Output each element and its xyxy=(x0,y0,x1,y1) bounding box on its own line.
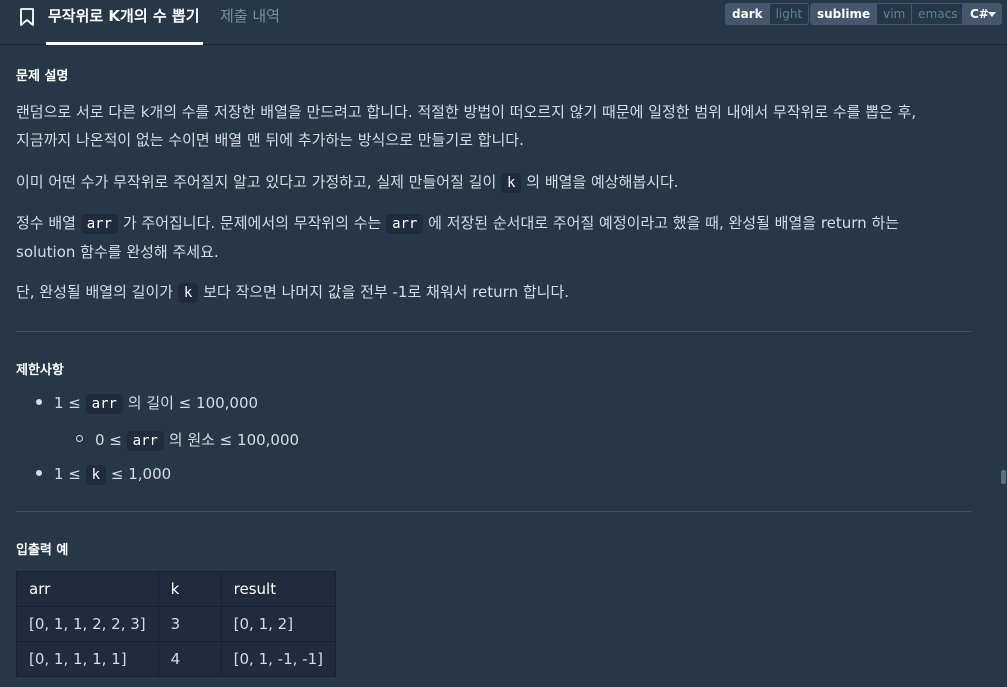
paragraph-3-line-2: solution 함수를 완성해 주세요. xyxy=(16,243,219,261)
table-row: [0, 1, 1, 2, 2, 3] 3 [0, 1, 2] xyxy=(16,606,336,642)
cell-arr: [0, 1, 1, 2, 2, 3] xyxy=(16,606,159,642)
text: 0 ≤ xyxy=(95,431,122,449)
column-header-result: result xyxy=(220,571,336,607)
constraint-1: 1 ≤ arr 의 길이 ≤ 100,000 xyxy=(36,390,258,417)
language-select[interactable]: C# xyxy=(962,3,1002,25)
examples-table: arr k result [0, 1, 1, 2, 2, 3] 3 [0, 1,… xyxy=(16,571,336,677)
keymap-sublime-button[interactable]: sublime xyxy=(811,4,877,24)
bullet-dot xyxy=(36,469,42,476)
text: ≤ 1,000 xyxy=(110,465,172,483)
inline-code: k xyxy=(177,283,199,303)
cell-k: 3 xyxy=(157,606,222,642)
bookmark-icon[interactable] xyxy=(17,7,37,27)
paragraph-3-line-1: 정수 배열 arr 가 주어집니다. 문제에서의 무작위의 수는 arr 에 저… xyxy=(16,209,899,238)
text: 1 ≤ xyxy=(54,465,81,483)
cell-k: 4 xyxy=(157,641,222,677)
inline-code: arr xyxy=(85,394,123,414)
text: 에 저장된 순서대로 주어질 예정이라고 했을 때, 완성될 배열을 retur… xyxy=(428,214,900,232)
text: 1 ≤ xyxy=(54,394,81,412)
active-tab-indicator xyxy=(46,42,203,45)
text: 보다 작으면 나머지 값을 전부 -1로 채워서 return 합니다. xyxy=(203,283,570,301)
table-row: [0, 1, 1, 1, 1] 4 [0, 1, -1, -1] xyxy=(16,641,336,677)
bullet-dot xyxy=(36,398,42,405)
section-title-description: 문제 설명 xyxy=(16,69,69,84)
section-title-constraints: 제한사항 xyxy=(16,363,64,378)
paragraph-1-line-1: 랜덤으로 서로 다른 k개의 수를 저장한 배열을 만드려고 합니다. 적절한 … xyxy=(16,103,917,121)
keymap-toggle: sublime vim emacs xyxy=(810,3,965,25)
keymap-vim-button[interactable]: vim xyxy=(876,4,912,24)
text: 이미 어떤 수가 무작위로 주어질지 알고 있다고 가정하고, 실제 만들어질 … xyxy=(16,173,497,191)
table-header-row: arr k result xyxy=(16,571,336,607)
text: 의 원소 ≤ 100,000 xyxy=(168,431,300,449)
paragraph-4: 단, 완성될 배열의 길이가 k 보다 작으면 나머지 값을 전부 -1로 채워… xyxy=(16,278,569,307)
paragraph-1-line-2: 지금까지 나온적이 없는 수이면 배열 맨 뒤에 추가하는 방식으로 만들기로 … xyxy=(16,131,524,149)
constraint-2: 1 ≤ k ≤ 1,000 xyxy=(36,461,171,488)
inline-code: arr xyxy=(386,214,424,234)
divider xyxy=(16,511,972,512)
column-header-arr: arr xyxy=(16,571,159,607)
scrollbar-thumb[interactable] xyxy=(1001,470,1006,484)
tab-problem[interactable]: 무작위로 K개의 수 뽑기 xyxy=(48,0,200,45)
text: 단, 완성될 배열의 길이가 xyxy=(16,283,174,301)
paragraph-2: 이미 어떤 수가 무작위로 주어질지 알고 있다고 가정하고, 실제 만들어질 … xyxy=(16,168,679,197)
scrollbar[interactable] xyxy=(999,45,1007,687)
text: 의 길이 ≤ 100,000 xyxy=(127,394,259,412)
theme-dark-button[interactable]: dark xyxy=(726,4,769,24)
theme-toggle: dark light xyxy=(725,3,810,25)
cell-result: [0, 1, 2] xyxy=(220,606,336,642)
tab-submissions[interactable]: 제출 내역 xyxy=(220,0,280,45)
section-title-examples: 입출력 예 xyxy=(16,543,69,558)
cell-result: [0, 1, -1, -1] xyxy=(220,641,336,677)
theme-light-button[interactable]: light xyxy=(768,4,809,24)
text: 의 배열을 예상해봅시다. xyxy=(526,173,679,191)
top-bar: 무작위로 K개의 수 뽑기 제출 내역 dark light sublime v… xyxy=(0,0,1007,45)
chevron-down-icon xyxy=(988,12,996,17)
cell-arr: [0, 1, 1, 1, 1] xyxy=(16,641,159,677)
constraint-1-sub: 0 ≤ arr 의 원소 ≤ 100,000 xyxy=(76,427,299,454)
inline-code: k xyxy=(85,465,107,485)
text: 가 주어집니다. 문제에서의 무작위의 수는 xyxy=(122,214,382,232)
keymap-emacs-button[interactable]: emacs xyxy=(911,4,964,24)
text: 정수 배열 xyxy=(16,214,76,232)
inline-code: arr xyxy=(80,214,119,234)
language-label: C# xyxy=(970,7,989,21)
bullet-circle xyxy=(76,435,83,442)
column-header-k: k xyxy=(157,571,222,607)
inline-code: k xyxy=(501,173,522,193)
divider xyxy=(16,331,972,332)
inline-code: arr xyxy=(126,431,164,451)
